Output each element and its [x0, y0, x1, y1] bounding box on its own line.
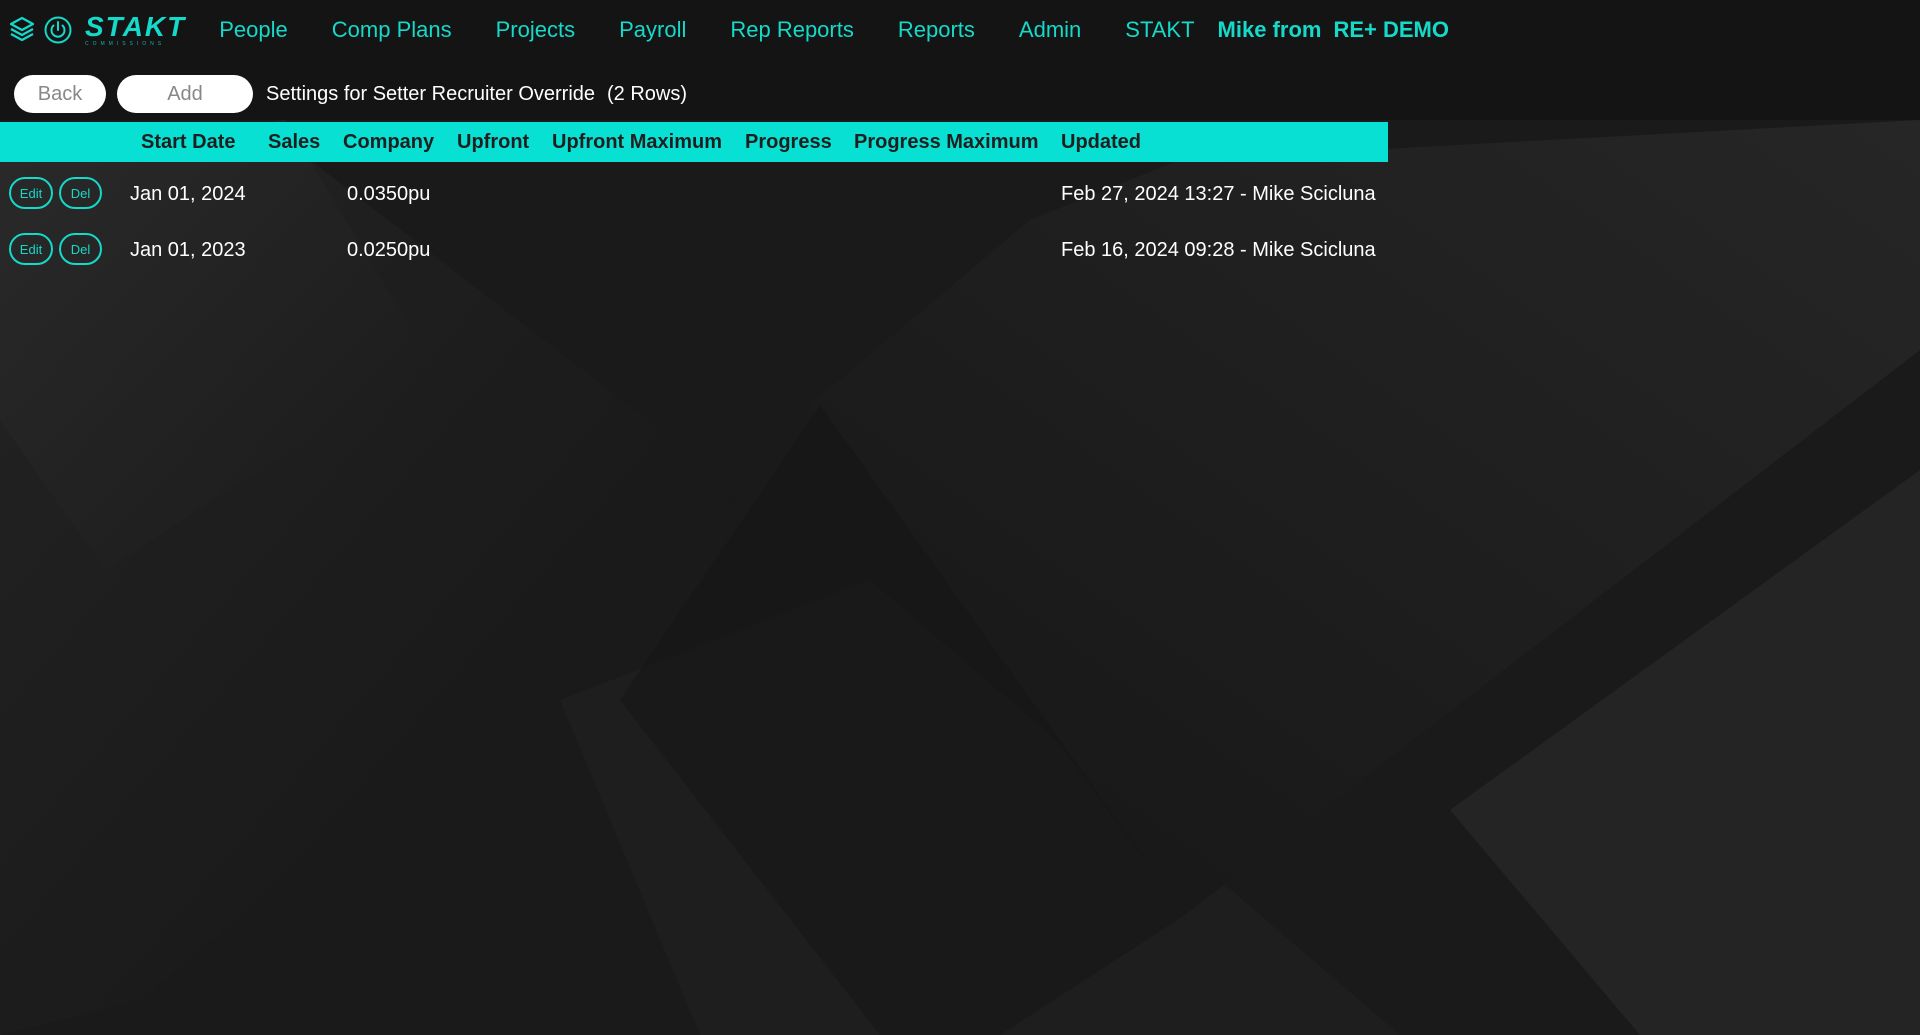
- page-title: Settings for Setter Recruiter Override: [266, 82, 596, 105]
- column-header-company[interactable]: Company: [343, 122, 434, 162]
- back-button[interactable]: Back: [14, 75, 106, 113]
- edit-row-button[interactable]: Edit: [9, 177, 53, 209]
- column-header-progress-maximum[interactable]: Progress Maximum: [854, 122, 1039, 162]
- cell-start-date: Jan 01, 2024: [130, 183, 246, 205]
- nav-reports[interactable]: Reports: [898, 17, 975, 43]
- edit-row-button[interactable]: Edit: [9, 233, 53, 265]
- cell-updated: Feb 16, 2024 09:28 - Mike Scicluna: [1061, 239, 1376, 261]
- brand-subtitle: COMMISSIONS: [85, 41, 166, 47]
- brand-logo[interactable]: STAKT COMMISSIONS: [85, 13, 186, 47]
- row-count: (2 Rows): [607, 82, 688, 105]
- cell-updated: Feb 27, 2024 13:27 - Mike Scicluna: [1061, 183, 1376, 205]
- nav-stakt[interactable]: STAKT: [1125, 17, 1194, 43]
- nav-comp-plans[interactable]: Comp Plans: [332, 17, 452, 43]
- nav-rep-reports[interactable]: Rep Reports: [730, 17, 854, 43]
- nav-people[interactable]: People: [219, 17, 288, 43]
- table-row: Edit Del Jan 01, 2024 0.0350pu Feb 27, 2…: [0, 172, 1388, 216]
- column-header-upfront[interactable]: Upfront: [457, 122, 529, 162]
- power-icon[interactable]: [43, 15, 73, 45]
- nav-admin[interactable]: Admin: [1019, 17, 1081, 43]
- cell-start-date: Jan 01, 2023: [130, 239, 246, 261]
- brand-name: STAKT: [85, 11, 187, 42]
- delete-row-button[interactable]: Del: [59, 177, 102, 209]
- top-navigation-bar: STAKT COMMISSIONS People Comp Plans Proj…: [0, 0, 1920, 60]
- cell-company: 0.0350pu: [347, 183, 431, 205]
- table-header: Start Date Sales Company Upfront Upfront…: [0, 122, 1388, 162]
- current-organization[interactable]: RE+ DEMO: [1333, 17, 1449, 43]
- nav-projects[interactable]: Projects: [496, 17, 575, 43]
- column-header-sales[interactable]: Sales: [268, 122, 320, 162]
- add-button[interactable]: Add: [117, 75, 253, 113]
- nav-payroll[interactable]: Payroll: [619, 17, 686, 43]
- logo-icons: [9, 15, 73, 45]
- current-user[interactable]: Mike from: [1218, 17, 1322, 43]
- layers-icon[interactable]: [9, 16, 35, 44]
- column-header-upfront-maximum[interactable]: Upfront Maximum: [552, 122, 722, 162]
- delete-row-button[interactable]: Del: [59, 233, 102, 265]
- column-header-start-date[interactable]: Start Date: [141, 122, 235, 162]
- cell-company: 0.0250pu: [347, 239, 431, 261]
- settings-table: Start Date Sales Company Upfront Upfront…: [0, 122, 1388, 265]
- column-header-progress[interactable]: Progress: [745, 122, 832, 162]
- table-row: Edit Del Jan 01, 2023 0.0250pu Feb 16, 2…: [0, 228, 1388, 272]
- settings-toolbar: Back Add Settings for Setter Recruiter O…: [0, 74, 687, 114]
- column-header-updated[interactable]: Updated: [1061, 122, 1141, 162]
